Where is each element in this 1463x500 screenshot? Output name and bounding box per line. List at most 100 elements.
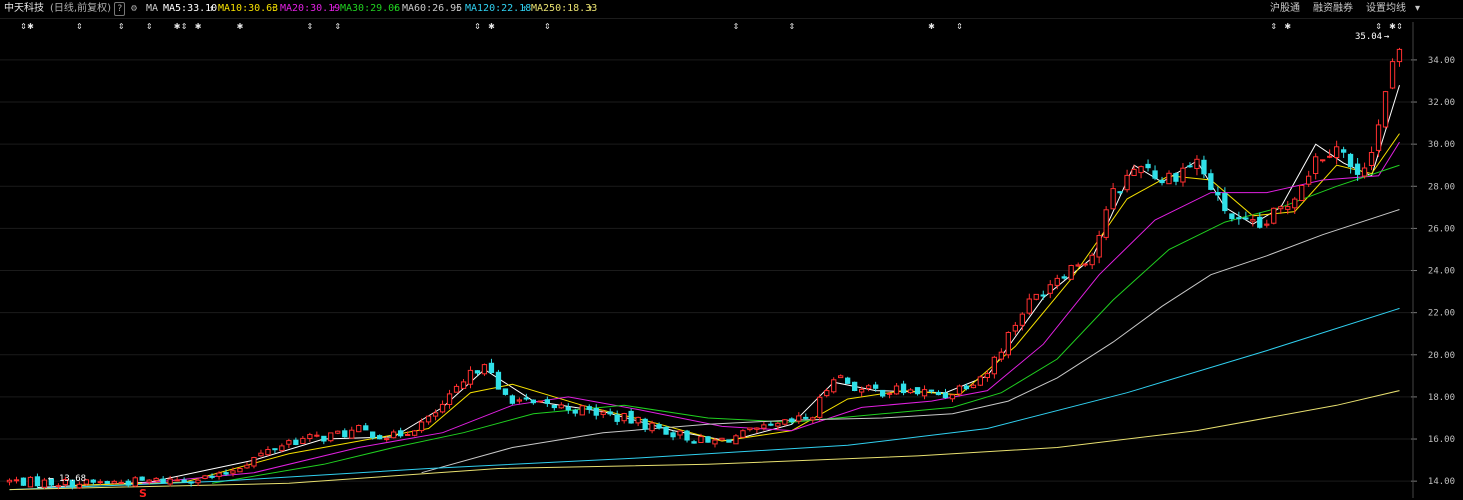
stock-name[interactable]: 中天科技 [4, 3, 44, 15]
candle [391, 429, 397, 439]
candle [719, 437, 725, 441]
candle-body [991, 356, 998, 375]
candle-body [719, 437, 725, 441]
candle [6, 478, 13, 486]
candle-body [621, 413, 627, 422]
candle-body [467, 369, 474, 385]
gear-icon[interactable]: ⚙ [131, 3, 137, 15]
candle [97, 479, 103, 485]
hk-connect-button[interactable]: 沪股通 [1270, 3, 1300, 15]
candle [181, 477, 187, 483]
candle [663, 426, 669, 435]
event-marker: ✱ [488, 22, 495, 31]
candle [740, 429, 746, 438]
event-marker: ⇕ [1270, 22, 1277, 31]
candle [544, 396, 551, 407]
candle [356, 424, 362, 433]
candle-body [195, 479, 201, 484]
candle-body [1361, 167, 1368, 177]
candle [363, 422, 369, 431]
candle-body [712, 439, 718, 445]
candle-body [181, 479, 187, 483]
candle [349, 426, 355, 439]
candle [1138, 165, 1144, 179]
candle-body [1033, 293, 1039, 300]
candle [977, 375, 984, 387]
candle-body [432, 412, 439, 417]
ma120-up-arrow: ↑ [522, 4, 528, 14]
candle [824, 387, 830, 398]
candle-body [335, 430, 341, 434]
candle-body [495, 371, 502, 390]
candle-body [1327, 155, 1333, 158]
candle-body [761, 424, 767, 429]
candle-body [258, 452, 264, 457]
candle-body [34, 476, 41, 487]
candle-body [1005, 332, 1012, 356]
candle-body [586, 406, 592, 410]
candle-body [223, 472, 229, 475]
ma-line-ma60 [421, 209, 1400, 474]
candle [104, 480, 110, 484]
ma-settings-button[interactable]: 设置均线 [1366, 3, 1406, 15]
candle-body [1250, 219, 1256, 222]
candle-body [188, 481, 194, 484]
event-marker: ⇕ [788, 22, 795, 31]
candle-body [20, 477, 27, 486]
candle [286, 438, 292, 449]
candle-body [998, 351, 1005, 360]
candle [852, 381, 858, 392]
candle [1103, 206, 1109, 241]
candle-body [1375, 124, 1382, 151]
candle [1068, 264, 1074, 280]
candle [244, 462, 250, 469]
event-marker: ✱ [237, 22, 244, 31]
chevron-down-icon[interactable]: ▾ [1415, 3, 1420, 15]
help-icon[interactable]: ? [114, 2, 126, 16]
price-chart[interactable]: ⇕ ✱ ⇕ ⇕ ⇕ ✱ ⇕ ✱ ✱ ⇕ ⇕ ⇕ ✱ ⇕ ⇕ ⇕ ✱ ⇕ ⇕ ✱ ⇕ ✱ ⇕ 14.0016.0018.002… [0, 0, 1463, 500]
candle [481, 363, 488, 376]
candle [1047, 280, 1053, 299]
candle-body [412, 430, 418, 436]
candle-body [1166, 172, 1172, 185]
candle [705, 435, 711, 443]
period-info[interactable]: (日线,前复权) [50, 3, 111, 15]
y-tick-label: 20.00 [1428, 351, 1455, 361]
candle-body [1285, 206, 1291, 210]
candle [1313, 153, 1319, 180]
candle-body [838, 375, 844, 379]
candle-body [174, 479, 180, 482]
candle [1306, 170, 1312, 188]
margin-trading-button[interactable]: 融资融券 [1313, 3, 1353, 15]
candle-body [754, 427, 760, 430]
candle-body [684, 430, 690, 441]
min-price-label: 13.68 [59, 474, 86, 484]
candle-body [1173, 173, 1179, 182]
candle-body [153, 477, 159, 481]
candle [398, 427, 404, 438]
event-marker: ⇕ [1375, 22, 1382, 31]
candle [803, 413, 809, 421]
candle-body [530, 399, 537, 404]
candle-body [342, 430, 348, 438]
candle-body [425, 415, 432, 423]
event-marker: ✱ [1284, 22, 1291, 31]
candle-body [1145, 163, 1151, 169]
candle [425, 415, 432, 425]
candle-body [1313, 156, 1319, 175]
candle [935, 390, 942, 396]
candle-body [558, 404, 564, 409]
event-marker: ⇕ [20, 22, 27, 31]
candle-body [237, 468, 243, 473]
candle-body [1026, 298, 1032, 314]
candle-body [642, 418, 648, 430]
candle-body [321, 435, 327, 442]
candle [20, 477, 27, 487]
candle [139, 476, 145, 481]
candle [684, 429, 690, 443]
candle-body [1152, 170, 1158, 179]
candle [1375, 119, 1382, 157]
candle-body [1103, 209, 1109, 238]
candle [949, 394, 956, 403]
candle-body [649, 422, 655, 432]
